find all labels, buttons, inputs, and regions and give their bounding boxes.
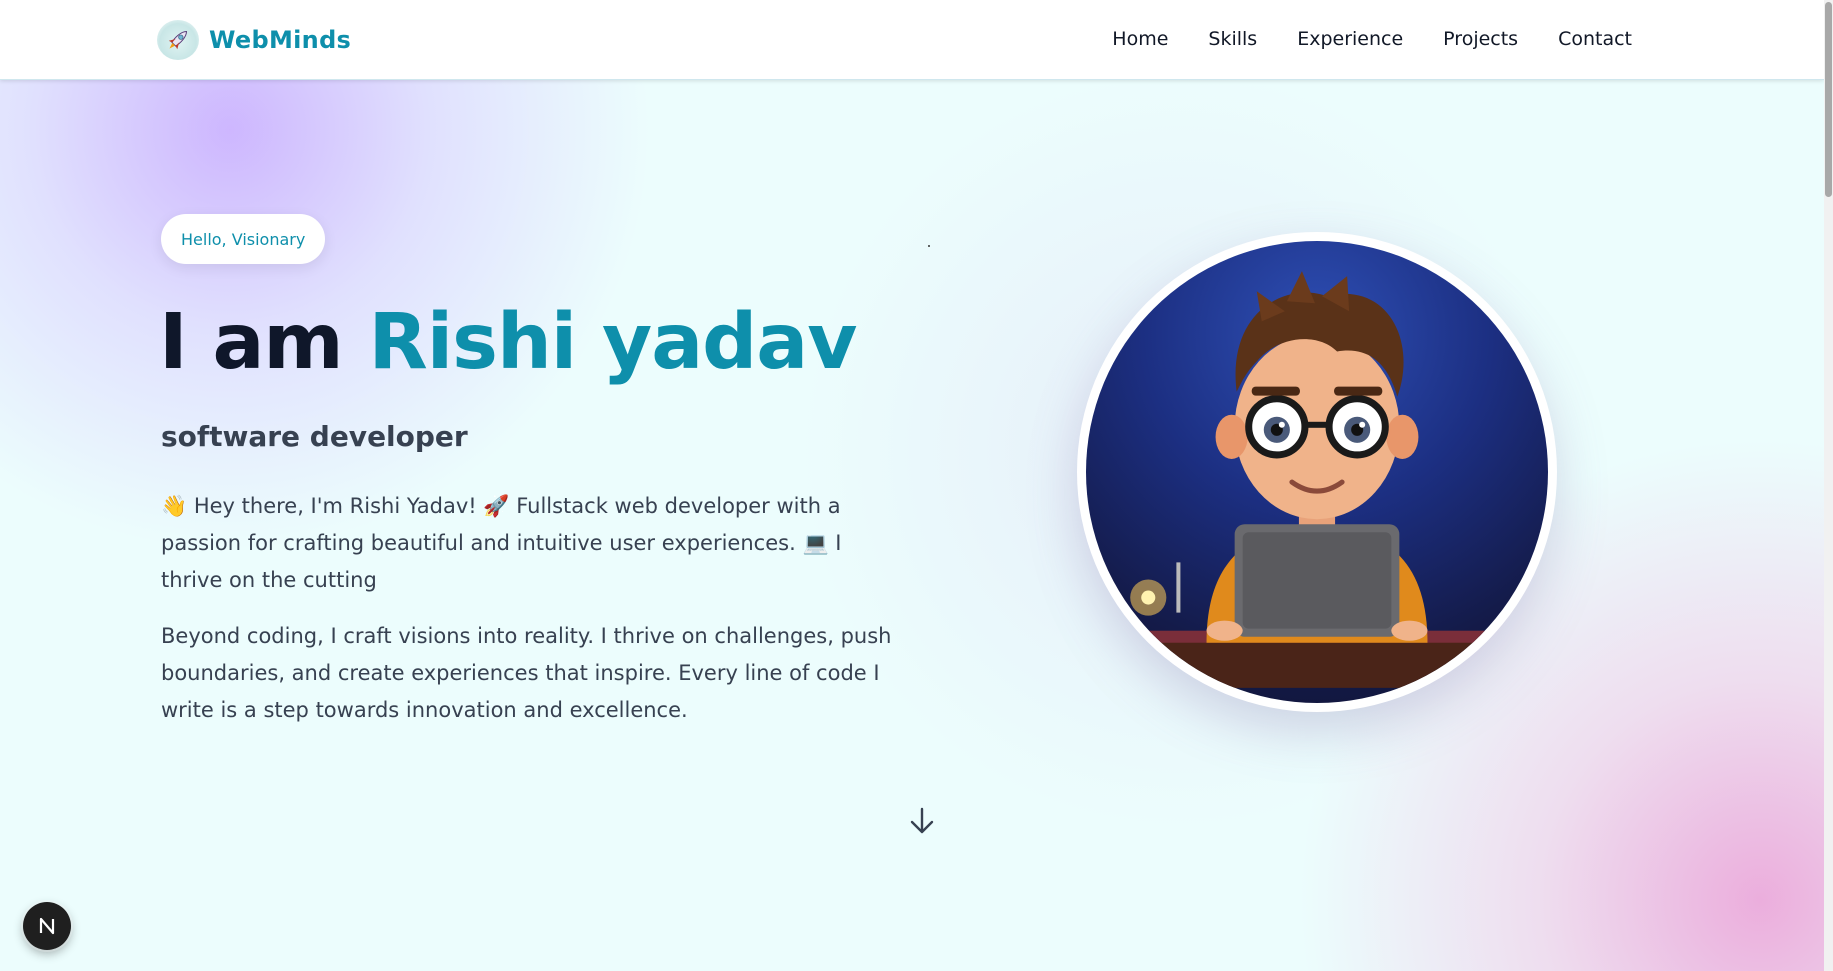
nav-experience[interactable]: Experience xyxy=(1297,28,1403,50)
nav-links: Home Skills Experience Projects Contact xyxy=(1112,28,1632,50)
hero-section: Hello, Visionary I am Rishi yadav softwa… xyxy=(0,0,1824,971)
arrow-down-icon[interactable] xyxy=(908,806,936,836)
avatar-frame xyxy=(1077,232,1557,712)
job-title: software developer xyxy=(161,420,468,453)
brand[interactable]: WebMinds xyxy=(157,20,351,60)
nav-skills[interactable]: Skills xyxy=(1208,28,1257,50)
intro-text-1: Hey there, I'm Rishi Yadav! xyxy=(187,494,484,518)
rocket-icon: 🚀 xyxy=(483,494,510,518)
avatar xyxy=(1086,241,1548,703)
page-title: I am Rishi yadav xyxy=(159,298,857,387)
vision-paragraph: Beyond coding, I craft visions into real… xyxy=(161,624,892,722)
nav-projects[interactable]: Projects xyxy=(1443,28,1518,50)
greeting-badge: Hello, Visionary xyxy=(161,214,326,264)
nextjs-n-icon[interactable] xyxy=(23,902,71,950)
navbar: WebMinds Home Skills Experience Projects… xyxy=(0,0,1824,80)
scrollbar-thumb[interactable] xyxy=(1825,2,1832,197)
brand-name[interactable]: WebMinds xyxy=(209,26,351,54)
nav-home[interactable]: Home xyxy=(1112,28,1168,50)
developer-illustration xyxy=(1106,271,1528,688)
rocket-logo-icon xyxy=(157,20,199,60)
page-scrollbar[interactable] xyxy=(1824,0,1833,971)
nav-contact[interactable]: Contact xyxy=(1558,28,1632,50)
laptop-icon: 💻 xyxy=(802,531,829,555)
headline-name: Rishi yadav xyxy=(368,298,857,387)
waving-hand-icon: 👋 xyxy=(161,494,188,518)
decorative-dot xyxy=(928,245,930,247)
headline-lead: I am xyxy=(159,298,344,387)
intro-paragraph: 👋 Hey there, I'm Rishi Yadav! 🚀 Fullstac… xyxy=(161,488,901,599)
